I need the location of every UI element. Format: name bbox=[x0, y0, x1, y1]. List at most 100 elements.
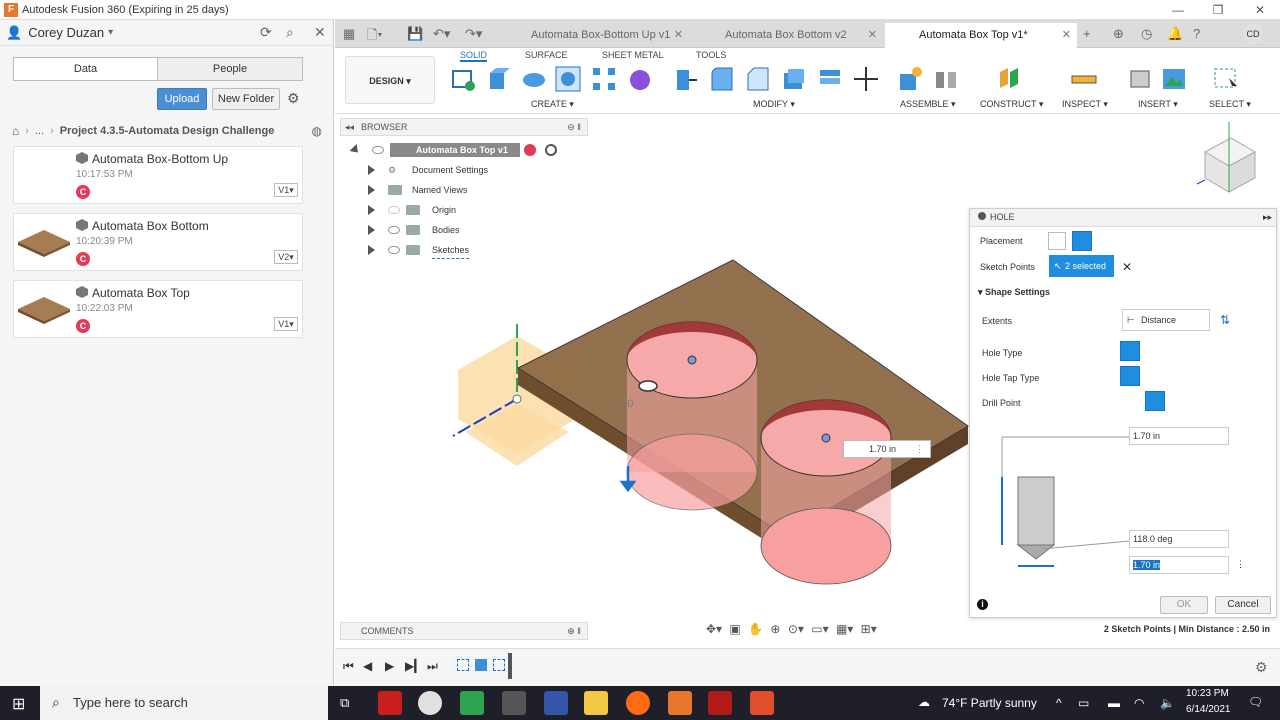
root-component-label[interactable]: Automata Box Top v1 bbox=[390, 143, 520, 157]
timeline-sketch-feature[interactable] bbox=[457, 659, 469, 671]
extents-dropdown[interactable]: ⊢ Distance bbox=[1122, 309, 1210, 331]
workspace-switcher[interactable]: DESIGN ▾ bbox=[345, 56, 435, 104]
breadcrumb-ellipsis[interactable]: ... bbox=[35, 125, 44, 137]
close-panel-icon[interactable]: ✕ bbox=[314, 24, 326, 41]
tray-app-icon[interactable]: ▭ bbox=[1078, 696, 1089, 710]
construct-menu[interactable]: CONSTRUCT ▾ bbox=[980, 99, 1043, 110]
help-icon[interactable]: ? bbox=[1193, 26, 1200, 41]
browser-header[interactable]: ◂◂ BROWSER ⊖ ‖ bbox=[340, 118, 588, 136]
expand-icon[interactable] bbox=[349, 143, 362, 157]
breadcrumb-project[interactable]: Project 4.3.5-Automata Design Challenge bbox=[60, 125, 275, 137]
create-menu[interactable]: CREATE ▾ bbox=[531, 99, 574, 110]
activate-radio-icon[interactable] bbox=[545, 144, 557, 156]
file-icon[interactable]: 🗋▾ bbox=[367, 26, 382, 48]
user-avatar[interactable]: CD bbox=[1243, 24, 1263, 44]
flip-direction-icon[interactable]: ⇅ bbox=[1220, 313, 1230, 327]
countersink-button[interactable] bbox=[1170, 341, 1190, 361]
collapse-icon[interactable]: ◂◂ bbox=[345, 119, 354, 135]
origin-point[interactable] bbox=[512, 394, 522, 404]
clock-time[interactable]: 10:23 PM bbox=[1186, 688, 1229, 699]
tab-automata-box-bottom-up[interactable]: Automata Box-Bottom Up v1 ✕ bbox=[497, 23, 689, 48]
timeline-end-icon[interactable]: ⏭ bbox=[427, 659, 438, 674]
tab-solid[interactable]: SOLID bbox=[460, 50, 488, 62]
expand-icon[interactable] bbox=[368, 165, 375, 175]
fit-icon[interactable]: ⊙▾ bbox=[788, 622, 804, 636]
chamfer-icon[interactable] bbox=[745, 66, 771, 92]
version-dropdown[interactable]: V1▾ bbox=[274, 183, 298, 197]
select-icon[interactable] bbox=[1213, 66, 1239, 92]
inspect-menu[interactable]: INSPECT ▾ bbox=[1062, 99, 1108, 110]
timeline-play-icon[interactable]: ▶ bbox=[385, 659, 394, 673]
eye-icon[interactable] bbox=[388, 246, 400, 254]
shape-settings-header[interactable]: ▾ Shape Settings bbox=[978, 287, 1050, 298]
close-tab-icon[interactable]: ✕ bbox=[1062, 23, 1071, 48]
viewports-icon[interactable]: ⊞▾ bbox=[861, 622, 877, 636]
undo-icon[interactable]: ↶▾ bbox=[433, 26, 450, 42]
new-component-icon[interactable] bbox=[897, 66, 923, 92]
sketch-point[interactable] bbox=[687, 355, 697, 365]
zoom-icon[interactable]: ⊕ bbox=[770, 622, 780, 636]
sketch-point[interactable] bbox=[821, 433, 831, 443]
add-comment-icon[interactable]: ⊕ ‖ bbox=[567, 623, 581, 639]
weather-text[interactable]: 74°F Partly sunny bbox=[942, 696, 1037, 710]
depth-input[interactable]: 1.70 in bbox=[1129, 556, 1229, 574]
cancel-button[interactable]: Cancel bbox=[1215, 596, 1271, 614]
view-cube[interactable] bbox=[1196, 122, 1257, 193]
taskbar-search-input[interactable]: Type here to search bbox=[40, 686, 328, 720]
simple-hole-button[interactable] bbox=[1120, 341, 1140, 361]
info-icon[interactable]: i bbox=[977, 599, 988, 610]
eye-icon[interactable] bbox=[388, 226, 400, 234]
browser-item-document-settings[interactable]: ⚙ Document Settings bbox=[368, 162, 588, 178]
autocad-app-icon[interactable] bbox=[378, 691, 402, 715]
notifications-icon[interactable]: 🔔 bbox=[1167, 26, 1183, 42]
modify-menu[interactable]: MODIFY ▾ bbox=[753, 99, 795, 110]
gear-icon[interactable]: ⚙ bbox=[287, 90, 300, 107]
version-dropdown[interactable]: V1▾ bbox=[274, 317, 298, 331]
dimension-input[interactable]: 1.70 in ⋮ bbox=[843, 440, 931, 458]
sketch-points-selection[interactable]: ↖ 2 selected bbox=[1049, 255, 1114, 277]
combine-icon[interactable] bbox=[817, 66, 843, 92]
clearance-tap-button[interactable] bbox=[1145, 366, 1165, 386]
timeline-start-icon[interactable]: ⏮ bbox=[343, 659, 354, 674]
list-item[interactable]: Automata Box-Bottom Up 10:17:53 PM C V1▾ bbox=[13, 146, 303, 204]
timeline-back-icon[interactable]: ◀ bbox=[363, 659, 372, 673]
battery-icon[interactable]: ▬ bbox=[1108, 696, 1120, 710]
grid-icon[interactable]: ▦▾ bbox=[836, 622, 853, 636]
upload-button[interactable]: Upload bbox=[157, 88, 207, 110]
timeline-marker[interactable] bbox=[508, 653, 512, 679]
camtasia-app-icon[interactable] bbox=[460, 691, 484, 715]
browser-item-bodies[interactable]: Bodies bbox=[368, 222, 588, 238]
expand-icon[interactable] bbox=[368, 205, 375, 215]
weather-icon[interactable]: ☁ bbox=[918, 695, 930, 709]
redo-icon[interactable]: ↷▾ bbox=[465, 26, 482, 42]
diameter-input[interactable]: 1.70 in bbox=[1129, 427, 1229, 445]
revolve-icon[interactable] bbox=[521, 66, 547, 92]
insert-derive-icon[interactable] bbox=[1127, 66, 1153, 92]
orbit-icon[interactable]: ✥▾ bbox=[706, 622, 722, 636]
assemble-menu[interactable]: ASSEMBLE ▾ bbox=[900, 99, 956, 110]
insert-menu[interactable]: INSERT ▾ bbox=[1138, 99, 1178, 110]
clock-date[interactable]: 6/14/2021 bbox=[1186, 704, 1231, 715]
press-pull-icon[interactable] bbox=[673, 66, 699, 92]
close-window-icon[interactable]: ✕ bbox=[1242, 0, 1278, 20]
close-tab-icon[interactable]: ✕ bbox=[674, 23, 683, 48]
rotate-manipulator[interactable] bbox=[638, 380, 658, 392]
taper-tapped-button[interactable] bbox=[1195, 366, 1215, 386]
minimize-icon[interactable]: — bbox=[1160, 0, 1196, 20]
eye-icon[interactable] bbox=[388, 206, 400, 214]
timeline-settings-icon[interactable]: ⚙ bbox=[1255, 659, 1268, 676]
hole-icon[interactable] bbox=[555, 66, 581, 92]
create-sketch-icon[interactable] bbox=[450, 66, 476, 92]
expand-icon[interactable] bbox=[368, 185, 375, 195]
browser-item-sketches[interactable]: Sketches bbox=[368, 242, 588, 259]
browser-item-origin[interactable]: Origin bbox=[368, 202, 588, 218]
comments-panel[interactable]: COMMENTS ⊕ ‖ bbox=[340, 622, 588, 640]
tray-chevron-icon[interactable]: ^ bbox=[1056, 696, 1062, 710]
notification-center-icon[interactable]: 🗨 bbox=[1248, 695, 1263, 709]
expand-icon[interactable] bbox=[368, 245, 375, 255]
wifi-icon[interactable]: ◠ bbox=[1134, 696, 1144, 710]
eit-app-icon[interactable] bbox=[544, 691, 568, 715]
fillet-icon[interactable] bbox=[709, 66, 735, 92]
extensions-icon[interactable]: ⊕ bbox=[1113, 26, 1124, 42]
measure-icon[interactable] bbox=[1071, 66, 1097, 92]
